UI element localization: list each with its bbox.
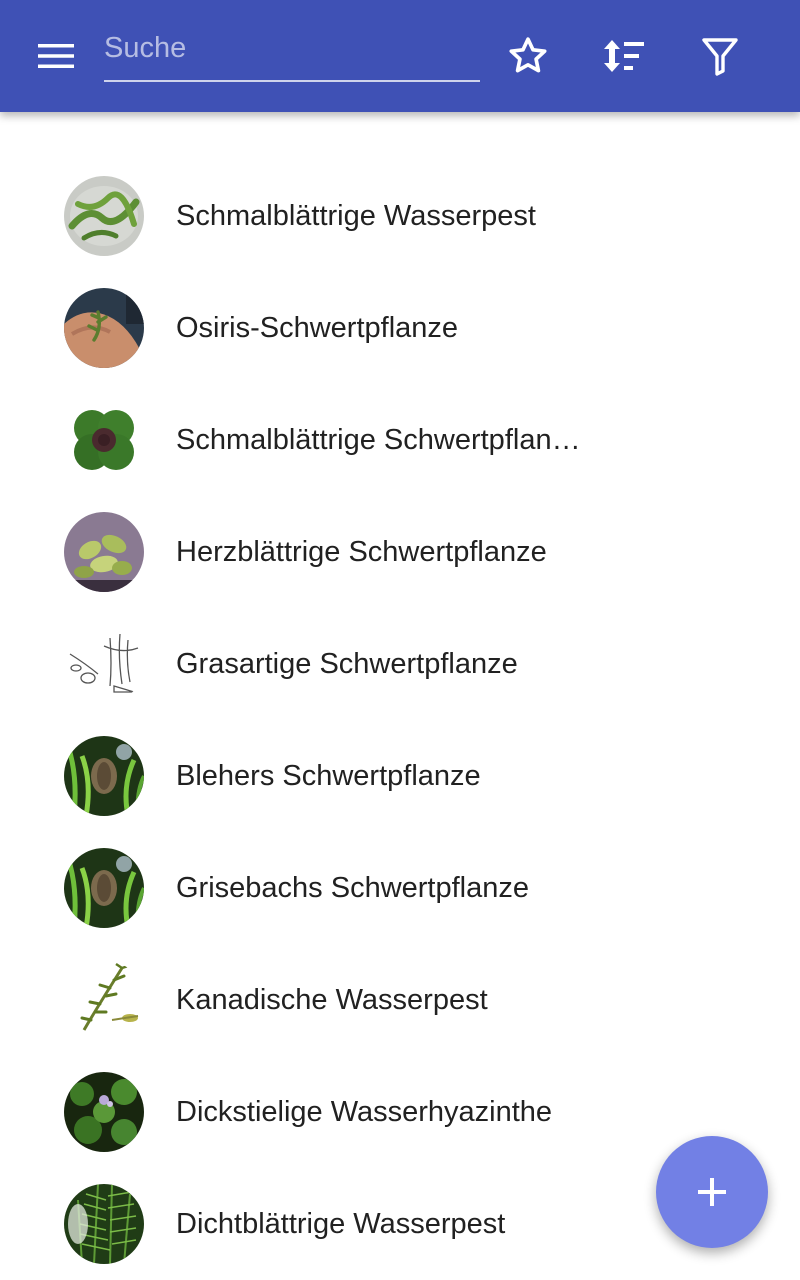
plant-name: Kanadische Wasserpest	[176, 984, 488, 1016]
plant-list: Schmalblättrige Wasserpest Osiris-Schwer…	[0, 160, 800, 1280]
sort-icon	[604, 40, 644, 72]
list-item[interactable]: Schmalblättrige Wasserpest	[0, 160, 800, 272]
add-plant-button[interactable]	[656, 1136, 768, 1248]
plant-thumbnail	[64, 960, 144, 1040]
plant-thumbnail	[64, 736, 144, 816]
list-item[interactable]: Grisebachs Schwertpflanze	[0, 832, 800, 944]
list-item[interactable]: Herzblättrige Schwertpflanze	[0, 496, 800, 608]
star-outline-icon	[509, 37, 547, 73]
plant-thumbnail	[64, 400, 144, 480]
plant-thumbnail	[64, 176, 144, 256]
menu-icon	[38, 44, 74, 68]
search-input[interactable]	[104, 22, 480, 74]
plus-icon	[698, 1178, 726, 1206]
plant-thumbnail	[64, 848, 144, 928]
plant-name: Dickstielige Wasserhyazinthe	[176, 1096, 553, 1128]
plant-name: Schmalblättrige Schwertpflan…	[176, 424, 581, 456]
list-item[interactable]: Kanadische Wasserpest	[0, 944, 800, 1056]
plant-name: Blehers Schwertpflanze	[176, 760, 481, 792]
plant-name: Herzblättrige Schwertpflanze	[176, 536, 547, 568]
plant-thumbnail	[64, 624, 144, 704]
plant-thumbnail	[64, 1184, 144, 1264]
plant-name: Grisebachs Schwertpflanze	[176, 872, 529, 904]
list-item[interactable]: Blehers Schwertpflanze	[0, 720, 800, 832]
plant-name: Grasartige Schwertpflanze	[176, 648, 518, 680]
list-item[interactable]: Osiris-Schwertpflanze	[0, 272, 800, 384]
list-item[interactable]: Grasartige Schwertpflanze	[0, 608, 800, 720]
app-toolbar	[0, 0, 800, 112]
filter-icon	[702, 38, 738, 76]
search-field	[104, 22, 480, 82]
menu-button[interactable]	[30, 30, 82, 82]
plant-thumbnail	[64, 288, 144, 368]
plant-name: Dichtblättrige Wasserpest	[176, 1208, 506, 1240]
plant-name: Schmalblättrige Wasserpest	[176, 200, 536, 232]
plant-thumbnail	[64, 1072, 144, 1152]
favorites-button[interactable]	[502, 30, 554, 82]
filter-button[interactable]	[694, 30, 746, 82]
plant-thumbnail	[64, 512, 144, 592]
list-item[interactable]: Schmalblättrige Schwertpflan…	[0, 384, 800, 496]
plant-name: Osiris-Schwertpflanze	[176, 312, 459, 344]
sort-button[interactable]	[597, 30, 649, 82]
